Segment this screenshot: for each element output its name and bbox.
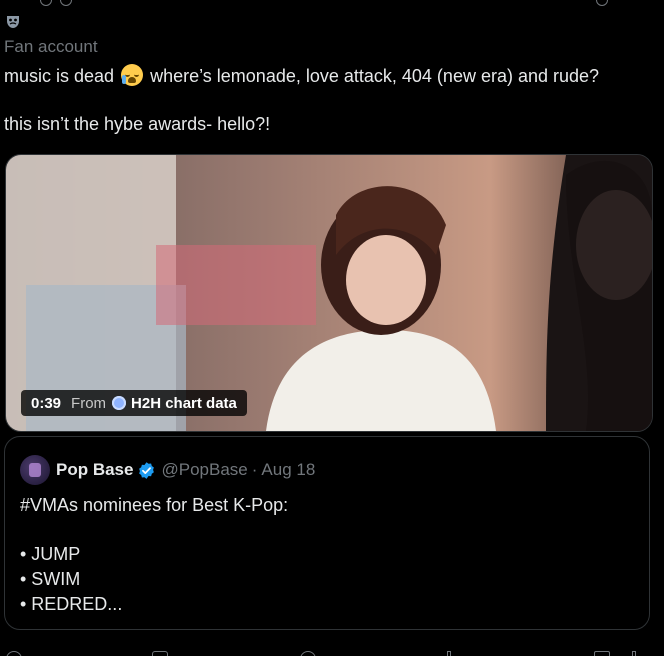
- quoted-tweet-body: #VMAs nominees for Best K-Pop: • JUMP • …: [20, 493, 288, 617]
- quoted-tweet-date[interactable]: Aug 18: [261, 460, 315, 480]
- tweet-text-part2: where’s lemonade, love attack, 404 (new …: [150, 66, 600, 86]
- repost-icon[interactable]: [152, 651, 168, 656]
- quoted-author-handle[interactable]: @PopBase: [161, 460, 247, 480]
- reply-icon[interactable]: [6, 651, 22, 656]
- quoted-line: #VMAs nominees for Best K-Pop:: [20, 495, 289, 515]
- video-player[interactable]: 0:39 From H2H chart data: [5, 154, 653, 432]
- video-source-name[interactable]: H2H chart data: [131, 395, 237, 412]
- fan-account-label: Fan account: [4, 37, 98, 56]
- tweet-text: music is dead where’s lemonade, love att…: [4, 64, 654, 136]
- views-icon[interactable]: [447, 651, 451, 656]
- like-icon[interactable]: [300, 651, 316, 656]
- quoted-bullet: • REDRED...: [20, 594, 123, 614]
- quoted-tweet[interactable]: Pop Base @PopBase · Aug 18 #VMAs nominee…: [4, 436, 650, 630]
- quoted-tweet-header: Pop Base @PopBase · Aug 18: [20, 455, 315, 485]
- tweet-text-part1: music is dead: [4, 66, 115, 86]
- video-info-pill[interactable]: 0:39 From H2H chart data: [21, 390, 247, 416]
- bookmark-icon[interactable]: [594, 651, 610, 656]
- share-icon[interactable]: [632, 651, 636, 656]
- previous-post-action-fragments: [0, 0, 664, 8]
- quoted-bullet: • JUMP: [20, 544, 81, 564]
- video-duration: 0:39: [31, 394, 62, 412]
- clipped-icon: [40, 0, 52, 6]
- mask-icon: [7, 16, 19, 28]
- video-from-label: From: [71, 394, 107, 412]
- quoted-bullet: • SWIM: [20, 569, 81, 589]
- clipped-icon: [596, 0, 608, 6]
- quoted-author-name[interactable]: Pop Base: [56, 460, 133, 480]
- clipped-icon: [60, 0, 72, 6]
- avatar[interactable]: [20, 455, 50, 485]
- separator-dot: ·: [251, 460, 258, 479]
- loudly-crying-face-icon: [121, 64, 144, 86]
- verified-badge-icon: [139, 461, 155, 479]
- tweet-text-line2: this isn’t the hybe awards- hello?!: [4, 114, 271, 134]
- tweet-action-bar: [0, 647, 664, 656]
- source-avatar-icon: [112, 396, 127, 410]
